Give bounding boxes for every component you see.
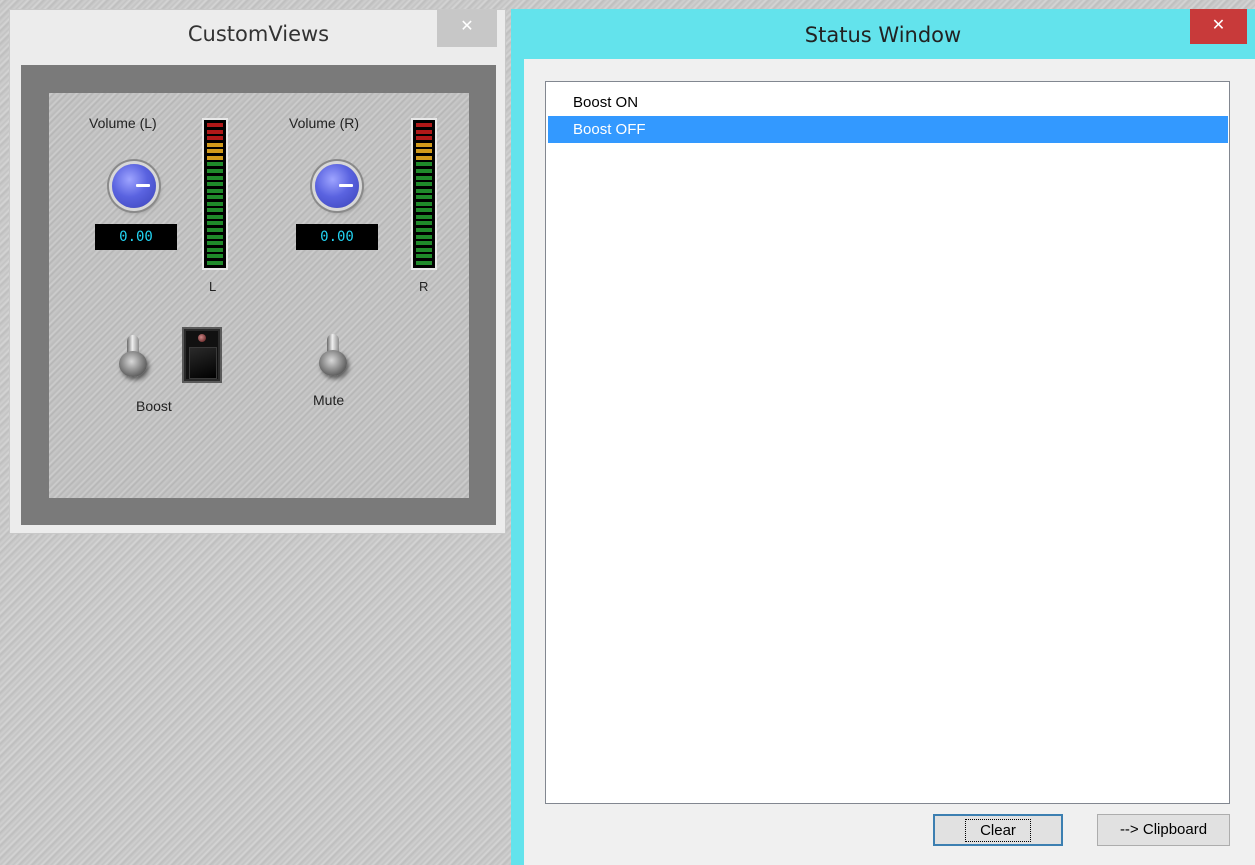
close-icon: ✕ bbox=[1211, 17, 1226, 34]
meter-segment bbox=[416, 136, 432, 141]
meter-segment bbox=[207, 234, 223, 239]
list-item[interactable]: Boost OFF bbox=[548, 116, 1228, 143]
meter-segment bbox=[207, 123, 223, 127]
meter-segment bbox=[207, 149, 223, 154]
button-face bbox=[189, 347, 217, 379]
volume-left-knob[interactable] bbox=[112, 164, 156, 208]
meter-segment bbox=[207, 201, 223, 206]
meter-segment bbox=[416, 254, 432, 259]
meter-segment bbox=[207, 247, 223, 252]
meter-segment bbox=[207, 228, 223, 232]
meter-segment bbox=[416, 129, 432, 134]
meter-segment bbox=[416, 188, 432, 193]
level-meter-left bbox=[202, 118, 228, 270]
customviews-close-button[interactable]: ✕ bbox=[437, 10, 497, 47]
mute-toggle-switch[interactable] bbox=[316, 334, 350, 378]
volume-right-label: Volume (R) bbox=[289, 115, 360, 131]
meter-segment bbox=[207, 260, 223, 265]
clear-button[interactable]: Clear bbox=[933, 814, 1063, 846]
meter-segment bbox=[416, 234, 432, 239]
meter-segment bbox=[416, 260, 432, 265]
status-window-title: Status Window bbox=[804, 23, 962, 47]
meter-segment bbox=[207, 155, 223, 160]
meter-segment bbox=[207, 195, 223, 200]
mute-label: Mute bbox=[313, 392, 345, 408]
meter-segment bbox=[416, 168, 432, 173]
customviews-title: CustomViews bbox=[187, 22, 330, 46]
clipboard-button-label: --> Clipboard bbox=[1119, 821, 1208, 838]
meter-segment bbox=[416, 241, 432, 246]
meter-segment bbox=[416, 175, 432, 180]
customviews-frame: Volume (L) 0.00 L Volume (R) 0.00 R Boos… bbox=[21, 65, 496, 525]
toggle-nut-icon bbox=[119, 351, 147, 377]
meter-segment bbox=[207, 136, 223, 141]
boost-toggle-switch[interactable] bbox=[116, 335, 150, 379]
meter-segment bbox=[416, 123, 432, 127]
volume-right-readout: 0.00 bbox=[296, 224, 378, 250]
meter-segment bbox=[416, 162, 432, 167]
meter-segment bbox=[416, 214, 432, 219]
meter-segment bbox=[416, 195, 432, 200]
meter-segment bbox=[416, 228, 432, 232]
meter-segment bbox=[416, 201, 432, 206]
meter-segment bbox=[207, 142, 223, 147]
meter-segment bbox=[207, 162, 223, 167]
meter-segment bbox=[416, 247, 432, 252]
status-window-close-button[interactable]: ✕ bbox=[1190, 9, 1247, 44]
meter-segment bbox=[207, 241, 223, 246]
toggle-nut-icon bbox=[319, 350, 347, 376]
status-list[interactable]: Boost ON Boost OFF bbox=[545, 81, 1230, 804]
status-window-client: Boost ON Boost OFF Clear --> Clipboard bbox=[524, 59, 1255, 865]
boost-led-button[interactable] bbox=[182, 327, 222, 383]
level-meter-right bbox=[411, 118, 437, 270]
meter-segment bbox=[416, 149, 432, 154]
meter-segment bbox=[416, 142, 432, 147]
meter-segment bbox=[416, 221, 432, 226]
led-indicator-icon bbox=[198, 334, 206, 342]
customviews-window: CustomViews ✕ Volume (L) 0.00 L Volume (… bbox=[9, 9, 506, 534]
clear-button-label: Clear bbox=[965, 819, 1031, 842]
meter-right-label: R bbox=[419, 279, 429, 294]
meter-segment bbox=[207, 168, 223, 173]
close-icon: ✕ bbox=[460, 18, 474, 35]
meter-segment bbox=[416, 208, 432, 213]
meter-left-label: L bbox=[209, 279, 217, 294]
list-item[interactable]: Boost ON bbox=[548, 89, 1228, 116]
meter-segment bbox=[207, 175, 223, 180]
brushed-metal-panel: Volume (L) 0.00 L Volume (R) 0.00 R Boos… bbox=[49, 93, 469, 498]
meter-segment bbox=[207, 208, 223, 213]
meter-segment bbox=[416, 155, 432, 160]
meter-segment bbox=[207, 221, 223, 226]
meter-segment bbox=[416, 182, 432, 187]
meter-segment bbox=[207, 129, 223, 134]
clipboard-button[interactable]: --> Clipboard bbox=[1097, 814, 1230, 846]
status-window: Status Window ✕ Boost ON Boost OFF Clear… bbox=[511, 9, 1255, 865]
meter-segment bbox=[207, 214, 223, 219]
meter-segment bbox=[207, 182, 223, 187]
volume-right-knob[interactable] bbox=[315, 164, 359, 208]
meter-segment bbox=[207, 254, 223, 259]
volume-left-label: Volume (L) bbox=[89, 115, 157, 131]
meter-segment bbox=[207, 188, 223, 193]
boost-label: Boost bbox=[136, 398, 172, 414]
volume-left-readout: 0.00 bbox=[95, 224, 177, 250]
